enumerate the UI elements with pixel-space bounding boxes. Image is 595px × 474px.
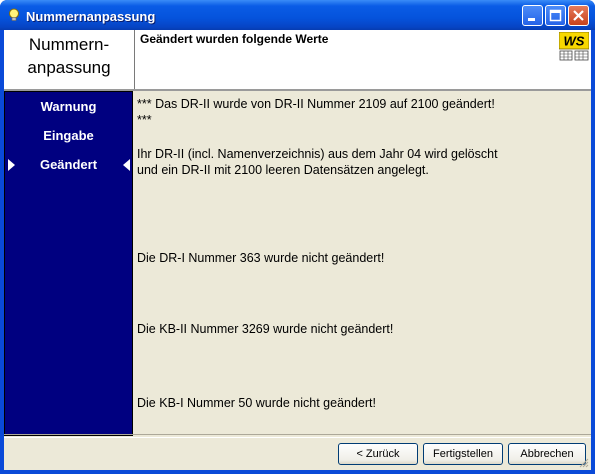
maximize-icon — [549, 9, 562, 22]
wizard-step-title-line2: anpassung — [27, 58, 111, 77]
wizard-header: Nummern- anpassung Geändert wurden folge… — [4, 30, 591, 91]
close-button[interactable] — [568, 5, 589, 26]
wizard-client: Nummern- anpassung Geändert wurden folge… — [4, 30, 591, 470]
result-paragraph: *** Das DR-II wurde von DR-II Nummer 210… — [137, 97, 495, 127]
wizard-step-sidebar: Warnung Eingabe Geändert — [4, 91, 133, 436]
active-step-right-arrow-icon — [123, 159, 130, 171]
wizard-window: Nummernanpassung Nummern- anpassung Geän… — [0, 0, 595, 474]
step-geaendert[interactable]: Geändert — [5, 157, 132, 172]
close-icon — [573, 10, 584, 21]
minimize-icon — [528, 18, 535, 21]
window-title: Nummernanpassung — [26, 9, 156, 24]
back-button[interactable]: < Zurück — [338, 443, 418, 465]
header-divider — [134, 30, 135, 89]
maximize-button[interactable] — [545, 5, 566, 26]
minimize-button[interactable] — [522, 5, 543, 26]
result-paragraph: Die DR-I Nummer 363 wurde nicht geändert… — [137, 251, 385, 265]
resize-grip-icon[interactable] — [579, 458, 589, 468]
title-bar[interactable]: Nummernanpassung — [0, 0, 595, 30]
wizard-step-title-line1: Nummern- — [28, 35, 110, 54]
wizard-step-title: Nummern- anpassung — [4, 33, 134, 79]
lightbulb-icon — [9, 8, 19, 21]
finish-button[interactable]: Fertigstellen — [423, 443, 503, 465]
ws-logo-text: WS — [564, 34, 585, 49]
result-paragraph: Die KB-I Nummer 50 wurde nicht geändert! — [137, 396, 376, 410]
cancel-button[interactable]: Abbrechen — [508, 443, 586, 465]
ws-logo: WS — [559, 32, 589, 61]
result-paragraph: Die KB-II Nummer 3269 wurde nicht geände… — [137, 322, 394, 336]
page-heading: Geändert wurden folgende Werte — [140, 32, 329, 46]
step-eingabe[interactable]: Eingabe — [5, 128, 132, 143]
button-separator — [4, 434, 591, 438]
result-text-area: *** Das DR-II wurde von DR-II Nummer 210… — [137, 93, 587, 436]
result-paragraph: Ihr DR-II (incl. Namenverzeichnis) aus d… — [137, 147, 498, 177]
active-step-left-arrow-icon — [8, 159, 15, 171]
step-warnung[interactable]: Warnung — [5, 99, 132, 114]
